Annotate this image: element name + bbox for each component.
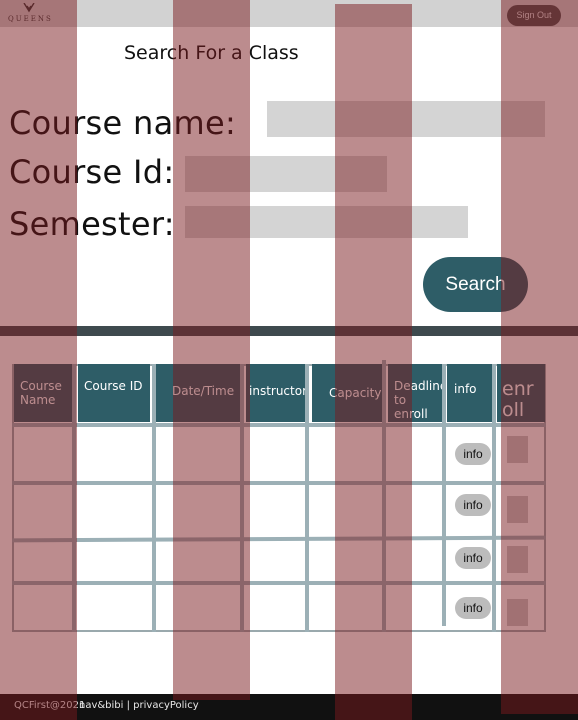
header-enroll: enroll [497,364,545,422]
top-bar: QUEENS Sign Out [0,0,578,27]
course-name-label: Course name: [9,104,237,142]
grid-line [152,364,156,632]
row-info-button[interactable]: info [455,494,491,516]
footer-links[interactable]: nav&bibi | privacyPolicy [79,694,199,718]
search-button[interactable]: Search [423,257,528,312]
header-instructor: instructor [246,364,307,422]
header-capacity: Capacity [312,364,382,422]
footer: QCFirst@2021 nav&bibi | privacyPolicy [0,694,578,720]
course-id-input[interactable] [185,156,387,192]
grid-line [12,581,546,585]
logo-text: QUEENS [8,15,53,23]
enroll-checkbox[interactable] [507,599,528,626]
grid-line [492,364,496,632]
course-id-label: Course Id: [9,153,175,191]
row-info-button[interactable]: info [455,547,491,569]
header-info: info [447,364,493,422]
header-date-time: Date/Time [156,364,240,422]
grid-line [305,364,309,632]
header-course-name: Course Name [14,364,72,422]
grid-line [382,360,386,632]
row-info-button[interactable]: info [455,443,491,465]
footer-copyright: QCFirst@2021 [14,700,86,711]
grid-line [240,364,244,632]
enroll-checkbox[interactable] [507,496,528,523]
grid-line [442,364,446,626]
enroll-checkbox[interactable] [507,546,528,573]
grid-line [72,364,76,632]
enroll-checkbox[interactable] [507,436,528,463]
course-name-input[interactable] [267,101,545,137]
row-info-button[interactable]: info [455,597,491,619]
semester-input[interactable] [185,206,468,238]
queens-logo: QUEENS [8,3,52,25]
header-deadline: Deadline to enroll [388,364,447,422]
header-course-id: Course ID [78,364,150,422]
crest-icon [23,3,35,13]
section-divider [0,326,578,336]
grid-line [12,481,546,485]
semester-label: Semester: [9,205,175,243]
sign-out-button[interactable]: Sign Out [507,5,561,26]
grid-line [12,423,546,427]
search-form-title: Search For a Class [124,42,299,64]
